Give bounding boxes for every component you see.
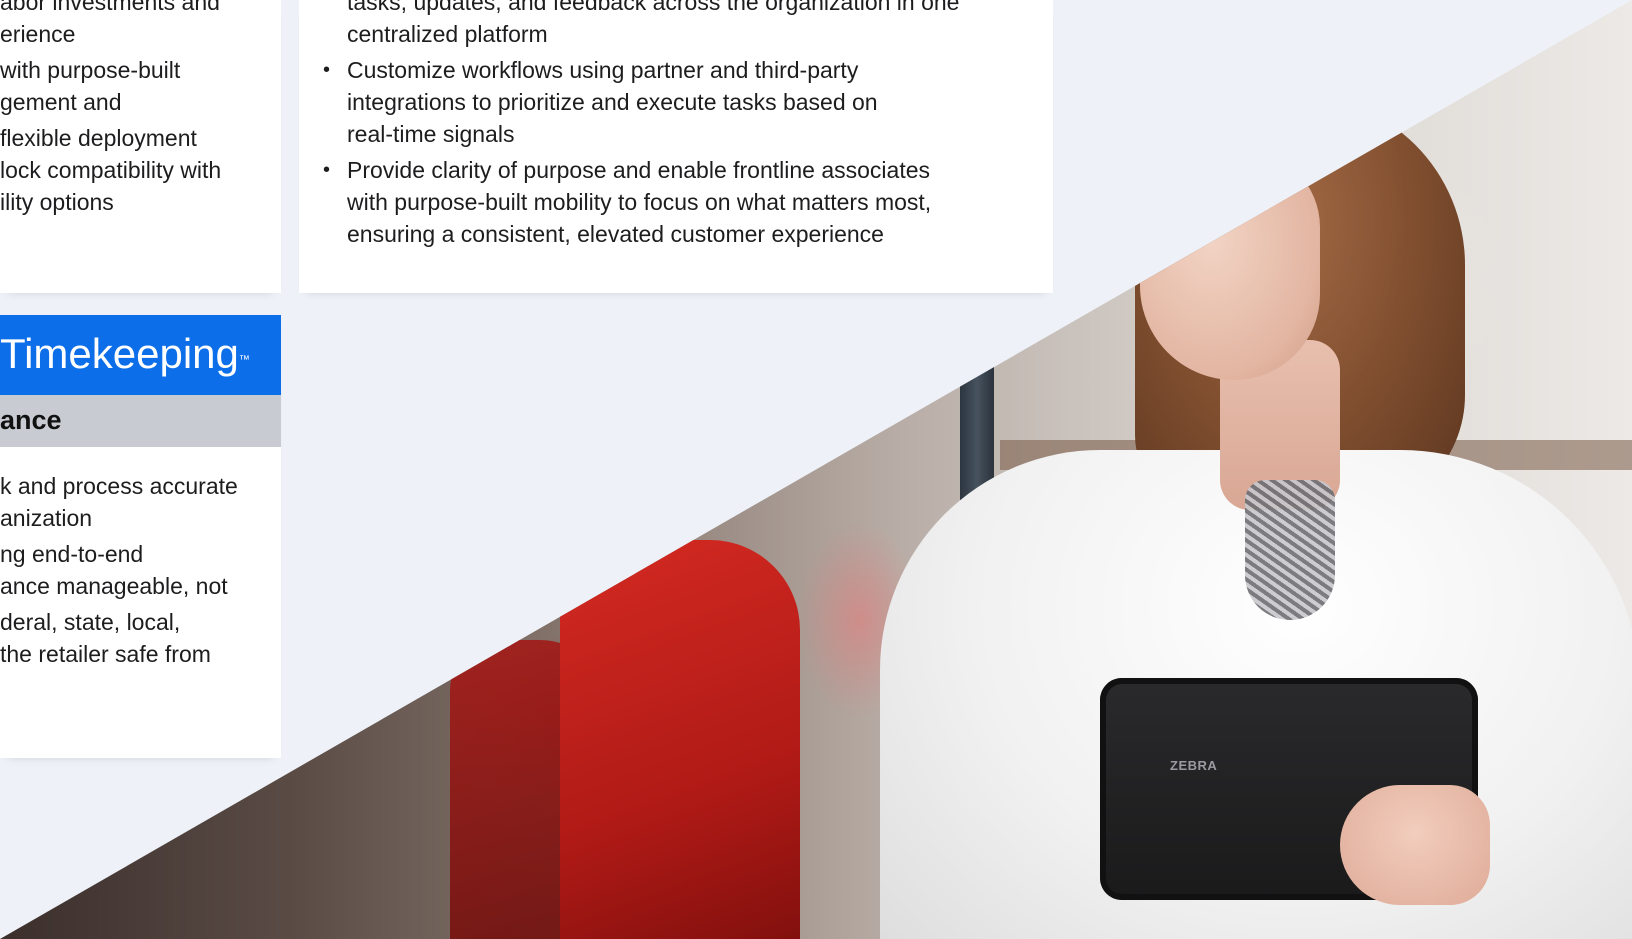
trademark-symbol: ™ <box>238 354 250 366</box>
card-title: Timekeeping™ <box>0 330 250 377</box>
list-item: abor investments and erience <box>0 0 220 47</box>
bullet-icon: • <box>323 159 331 181</box>
timekeeping-card: Timekeeping™ ance k and process accurate… <box>0 315 281 758</box>
feature-card-left-top: abor investments and erience with purpos… <box>0 0 281 293</box>
list-item: ng end-to-end ance manageable, not <box>0 541 228 599</box>
associate-necklace <box>1245 480 1335 620</box>
red-garment <box>560 540 800 939</box>
list-item: flexible deployment lock compatibility w… <box>0 125 222 215</box>
list-item: • Provide clarity of purpose and enable f… <box>323 154 1037 250</box>
feature-list: k and process accurate anization ng end-… <box>0 470 281 674</box>
associate-hand <box>1340 785 1490 905</box>
page: ZEBRA abor investments and erience with … <box>0 0 1632 939</box>
list-item: k and process accurate anization <box>0 473 238 531</box>
list-item: tasks, updates, and feedback across the … <box>347 0 960 47</box>
card-header: Timekeeping™ <box>0 315 281 395</box>
feature-list: tasks, updates, and feedback across the … <box>323 0 1037 254</box>
associate-face <box>1140 150 1320 380</box>
feature-card-center: tasks, updates, and feedback across the … <box>299 0 1053 293</box>
card-subheader: ance <box>0 395 281 447</box>
tablet-brand-logo: ZEBRA <box>1170 758 1218 773</box>
card-subtitle: ance <box>0 405 62 435</box>
feature-list: abor investments and erience with purpos… <box>0 0 281 222</box>
bullet-icon: • <box>323 59 331 81</box>
list-item: deral, state, local, the retailer safe f… <box>0 609 211 667</box>
list-item: with purpose-built gement and <box>0 57 181 115</box>
list-item: • Customize workflows using partner and t… <box>323 54 1037 150</box>
